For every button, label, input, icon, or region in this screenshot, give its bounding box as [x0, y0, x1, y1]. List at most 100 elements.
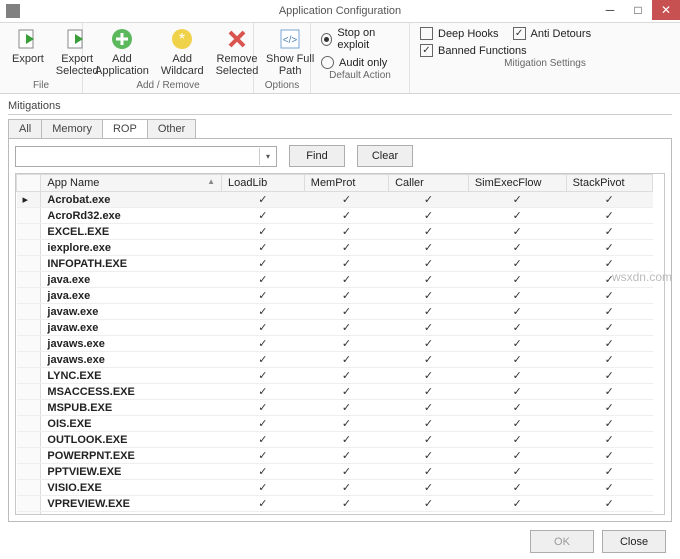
- cell-stackpivot[interactable]: ✓: [566, 512, 652, 516]
- cell-memprot[interactable]: ✓: [304, 352, 388, 368]
- cell-stackpivot[interactable]: ✓: [566, 240, 652, 256]
- cell-stackpivot[interactable]: ✓: [566, 288, 652, 304]
- cell-stackpivot[interactable]: ✓: [566, 400, 652, 416]
- cell-caller[interactable]: ✓: [389, 352, 469, 368]
- cell-simexecflow[interactable]: ✓: [468, 208, 566, 224]
- cell-simexecflow[interactable]: ✓: [468, 320, 566, 336]
- table-row[interactable]: WINWORD.EXE✓✓✓✓✓: [17, 512, 653, 516]
- cell-simexecflow[interactable]: ✓: [468, 192, 566, 208]
- cell-loadlib[interactable]: ✓: [222, 272, 305, 288]
- cell-loadlib[interactable]: ✓: [222, 512, 305, 516]
- table-row[interactable]: INFOPATH.EXE✓✓✓✓✓: [17, 256, 653, 272]
- cell-memprot[interactable]: ✓: [304, 496, 388, 512]
- cell-caller[interactable]: ✓: [389, 432, 469, 448]
- cell-stackpivot[interactable]: ✓: [566, 368, 652, 384]
- close-dialog-button[interactable]: Close: [602, 530, 666, 553]
- cell-loadlib[interactable]: ✓: [222, 496, 305, 512]
- cell-stackpivot[interactable]: ✓: [566, 192, 652, 208]
- cell-stackpivot[interactable]: ✓: [566, 256, 652, 272]
- cell-loadlib[interactable]: ✓: [222, 464, 305, 480]
- table-row[interactable]: ▸Acrobat.exe✓✓✓✓✓: [17, 192, 653, 208]
- cell-memprot[interactable]: ✓: [304, 224, 388, 240]
- cell-memprot[interactable]: ✓: [304, 464, 388, 480]
- cell-simexecflow[interactable]: ✓: [468, 368, 566, 384]
- cell-caller[interactable]: ✓: [389, 336, 469, 352]
- audit-only-radio[interactable]: Audit only: [321, 56, 399, 69]
- table-row[interactable]: OUTLOOK.EXE✓✓✓✓✓: [17, 432, 653, 448]
- cell-caller[interactable]: ✓: [389, 416, 469, 432]
- find-button[interactable]: Find: [289, 145, 345, 167]
- cell-caller[interactable]: ✓: [389, 512, 469, 516]
- cell-loadlib[interactable]: ✓: [222, 480, 305, 496]
- cell-caller[interactable]: ✓: [389, 272, 469, 288]
- table-row[interactable]: LYNC.EXE✓✓✓✓✓: [17, 368, 653, 384]
- cell-caller[interactable]: ✓: [389, 288, 469, 304]
- cell-loadlib[interactable]: ✓: [222, 192, 305, 208]
- tab-all[interactable]: All: [8, 119, 42, 138]
- cell-stackpivot[interactable]: ✓: [566, 464, 652, 480]
- table-row[interactable]: java.exe✓✓✓✓✓: [17, 272, 653, 288]
- cell-loadlib[interactable]: ✓: [222, 256, 305, 272]
- cell-stackpivot[interactable]: ✓: [566, 320, 652, 336]
- anti-detours-checkbox[interactable]: ✓Anti Detours: [513, 27, 592, 40]
- cell-simexecflow[interactable]: ✓: [468, 496, 566, 512]
- cell-memprot[interactable]: ✓: [304, 432, 388, 448]
- cell-simexecflow[interactable]: ✓: [468, 448, 566, 464]
- cell-memprot[interactable]: ✓: [304, 416, 388, 432]
- table-row[interactable]: javaw.exe✓✓✓✓✓: [17, 320, 653, 336]
- col-memprot[interactable]: MemProt: [304, 175, 388, 192]
- cell-memprot[interactable]: ✓: [304, 272, 388, 288]
- cell-caller[interactable]: ✓: [389, 464, 469, 480]
- cell-stackpivot[interactable]: ✓: [566, 224, 652, 240]
- cell-simexecflow[interactable]: ✓: [468, 416, 566, 432]
- cell-caller[interactable]: ✓: [389, 448, 469, 464]
- search-combo[interactable]: ▾: [15, 146, 277, 167]
- cell-caller[interactable]: ✓: [389, 256, 469, 272]
- table-row[interactable]: AcroRd32.exe✓✓✓✓✓: [17, 208, 653, 224]
- cell-loadlib[interactable]: ✓: [222, 400, 305, 416]
- cell-caller[interactable]: ✓: [389, 192, 469, 208]
- table-row[interactable]: javaws.exe✓✓✓✓✓: [17, 336, 653, 352]
- cell-caller[interactable]: ✓: [389, 480, 469, 496]
- cell-loadlib[interactable]: ✓: [222, 368, 305, 384]
- cell-stackpivot[interactable]: ✓: [566, 336, 652, 352]
- cell-stackpivot[interactable]: ✓: [566, 448, 652, 464]
- deep-hooks-checkbox[interactable]: Deep Hooks: [420, 27, 499, 40]
- cell-stackpivot[interactable]: ✓: [566, 304, 652, 320]
- col-loadlib[interactable]: LoadLib: [222, 175, 305, 192]
- cell-memprot[interactable]: ✓: [304, 448, 388, 464]
- col-caller[interactable]: Caller: [389, 175, 469, 192]
- cell-loadlib[interactable]: ✓: [222, 432, 305, 448]
- minimize-button[interactable]: ─: [596, 0, 624, 20]
- cell-caller[interactable]: ✓: [389, 384, 469, 400]
- tab-rop[interactable]: ROP: [102, 119, 148, 138]
- cell-memprot[interactable]: ✓: [304, 192, 388, 208]
- cell-loadlib[interactable]: ✓: [222, 448, 305, 464]
- clear-button[interactable]: Clear: [357, 145, 413, 167]
- cell-loadlib[interactable]: ✓: [222, 240, 305, 256]
- cell-loadlib[interactable]: ✓: [222, 288, 305, 304]
- row-header-column[interactable]: [17, 175, 41, 192]
- add-wildcard-button[interactable]: * Add Wildcard: [155, 27, 210, 79]
- table-row[interactable]: POWERPNT.EXE✓✓✓✓✓: [17, 448, 653, 464]
- cell-memprot[interactable]: ✓: [304, 400, 388, 416]
- cell-caller[interactable]: ✓: [389, 496, 469, 512]
- ok-button[interactable]: OK: [530, 530, 594, 553]
- table-row[interactable]: MSACCESS.EXE✓✓✓✓✓: [17, 384, 653, 400]
- cell-loadlib[interactable]: ✓: [222, 416, 305, 432]
- table-row[interactable]: javaw.exe✓✓✓✓✓: [17, 304, 653, 320]
- cell-memprot[interactable]: ✓: [304, 256, 388, 272]
- cell-loadlib[interactable]: ✓: [222, 336, 305, 352]
- col-app-name[interactable]: App Name▲: [41, 175, 222, 192]
- cell-memprot[interactable]: ✓: [304, 304, 388, 320]
- col-stackpivot[interactable]: StackPivot: [566, 175, 652, 192]
- cell-stackpivot[interactable]: ✓: [566, 208, 652, 224]
- cell-stackpivot[interactable]: ✓: [566, 432, 652, 448]
- cell-caller[interactable]: ✓: [389, 368, 469, 384]
- cell-simexecflow[interactable]: ✓: [468, 272, 566, 288]
- cell-simexecflow[interactable]: ✓: [468, 256, 566, 272]
- cell-memprot[interactable]: ✓: [304, 480, 388, 496]
- cell-stackpivot[interactable]: ✓: [566, 416, 652, 432]
- cell-memprot[interactable]: ✓: [304, 288, 388, 304]
- cell-simexecflow[interactable]: ✓: [468, 384, 566, 400]
